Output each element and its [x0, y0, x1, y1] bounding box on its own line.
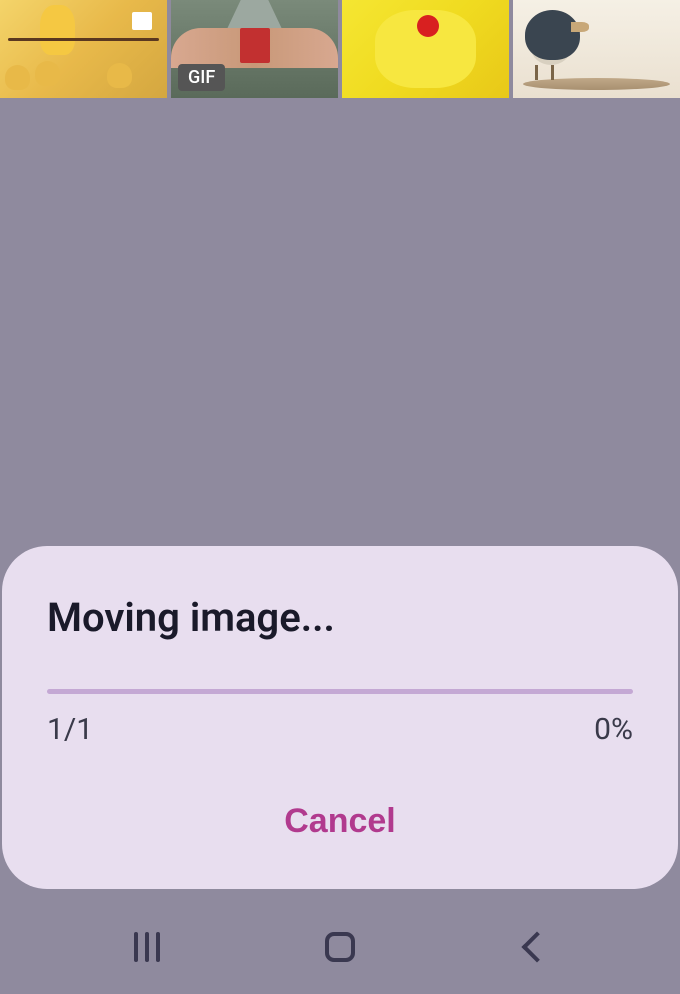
- cancel-button[interactable]: Cancel: [47, 792, 633, 851]
- navigation-bar: [0, 899, 680, 994]
- progress-percent: 0%: [594, 712, 633, 747]
- home-button[interactable]: [315, 922, 365, 972]
- recent-apps-icon: [134, 932, 160, 962]
- home-icon: [325, 932, 355, 962]
- progress-bar: [47, 689, 633, 694]
- progress-dialog: Moving image... 1/1 0% Cancel: [2, 546, 678, 889]
- progress-count: 1/1: [47, 712, 93, 747]
- progress-info-row: 1/1 0%: [47, 712, 633, 747]
- back-button[interactable]: [508, 922, 558, 972]
- back-icon: [522, 931, 553, 962]
- dialog-title: Moving image...: [47, 594, 633, 641]
- recent-apps-button[interactable]: [122, 922, 172, 972]
